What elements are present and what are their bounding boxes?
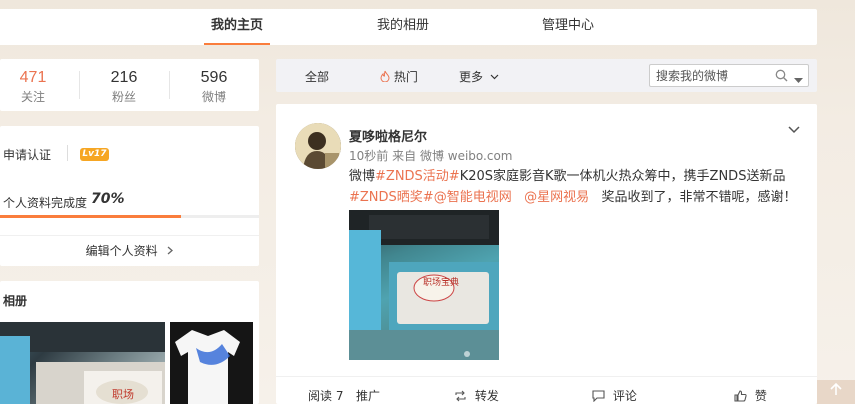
repost-icon [454, 390, 467, 404]
stats-card: 471 关注 216 粉丝 596 微博 [0, 59, 259, 111]
search-input[interactable] [656, 68, 774, 83]
feed-filter-bar: 全部 热门 更多 [276, 59, 817, 92]
post-source-prefix: 来自 [392, 149, 417, 163]
stat-divider [79, 71, 80, 99]
divider [67, 145, 68, 161]
apply-verify-link[interactable]: 申请认证 [3, 146, 51, 163]
stat-weibo[interactable]: 596 微博 [174, 69, 254, 105]
post-image-caption: 职场宝典 [423, 276, 459, 288]
topic-link[interactable]: #ZNDS晒奖# [349, 190, 434, 205]
edit-profile-link[interactable]: 编辑个人资料 [0, 235, 259, 266]
search-dropdown-icon[interactable] [794, 73, 803, 87]
tab-more-label: 更多 [459, 70, 484, 84]
read-count: 阅读 7 [308, 389, 344, 403]
stat-followers[interactable]: 216 粉丝 [84, 69, 164, 105]
post-meta: 10秒前 来自 微博 weibo.com [349, 147, 513, 164]
post-time[interactable]: 10秒前 [349, 149, 388, 163]
flame-icon [380, 70, 390, 85]
like-label: 赞 [754, 389, 767, 403]
completion-progress-bar [0, 215, 259, 218]
stat-followers-label: 粉丝 [111, 90, 136, 104]
stat-following[interactable]: 471 关注 [0, 69, 73, 105]
tab-all[interactable]: 全部 [305, 68, 329, 85]
tab-my-home[interactable]: 我的主页 [204, 9, 270, 45]
tab-hot-label: 热门 [393, 70, 418, 84]
album-thumbnail[interactable] [170, 322, 253, 404]
album-title: 相册 [3, 294, 28, 308]
search-box[interactable] [649, 64, 809, 87]
post-text: 微博#ZNDS活动#K20S家庭影音K歌一体机火热众筹中，携手ZNDS送新品 #… [349, 166, 804, 208]
arrow-up-icon [829, 381, 843, 400]
thumbs-up-icon [734, 390, 747, 404]
like-button[interactable]: 赞 [734, 387, 767, 404]
chevron-down-icon [490, 69, 499, 83]
level-badge[interactable]: Lv17 [80, 148, 109, 161]
stat-weibo-count: 596 [200, 69, 228, 86]
search-icon[interactable] [775, 69, 788, 85]
stat-followers-count: 216 [110, 69, 138, 86]
mention-link[interactable]: @星网视易 [524, 190, 589, 205]
tab-more[interactable]: 更多 [459, 68, 499, 85]
promote-button[interactable]: 推广 [356, 387, 380, 404]
profile-nav: 我的主页 我的相册 管理中心 [0, 9, 817, 45]
weibo-post: 夏哆啦格尼尔 10秒前 来自 微博 weibo.com 微博#ZNDS活动#K2… [276, 104, 817, 404]
tab-hot[interactable]: 热门 [380, 68, 418, 85]
comment-icon [592, 390, 605, 404]
chevron-right-icon [167, 236, 174, 266]
repost-label: 转发 [474, 389, 499, 403]
completion-label: 个人资料完成度 [3, 196, 88, 210]
stat-weibo-label: 微博 [201, 90, 226, 104]
back-to-top-button[interactable] [817, 380, 855, 404]
tab-admin-center[interactable]: 管理中心 [535, 9, 601, 45]
mention-link[interactable]: @智能电视网 [434, 190, 512, 205]
edit-profile-label: 编辑个人资料 [85, 244, 158, 258]
topic-link[interactable]: #ZNDS活动# [375, 169, 460, 184]
post-menu-chevron-icon[interactable] [788, 123, 800, 137]
post-source[interactable]: 微博 weibo.com [420, 149, 513, 163]
svg-text:职场: 职场 [112, 387, 134, 401]
avatar[interactable] [295, 123, 341, 169]
profile-card: 申请认证 Lv17 个人资料完成度 70% 编辑个人资料 [0, 126, 259, 266]
comment-label: 评论 [612, 389, 637, 403]
stat-divider [169, 71, 170, 99]
album-thumbnail[interactable]: 职场 [0, 322, 165, 404]
post-text-part: K20S家庭影音K歌一体机火热众筹中，携手ZNDS送新品 [459, 169, 786, 184]
post-text-part: 微博 [349, 169, 376, 184]
post-username[interactable]: 夏哆啦格尼尔 [349, 126, 427, 145]
repost-button[interactable]: 转发 [454, 387, 499, 404]
completion-progress-fill [0, 215, 181, 218]
post-image[interactable]: 职场宝典 [349, 210, 499, 360]
post-actions-bar: 阅读 7 推广 转发 评论 赞 [276, 376, 817, 404]
stat-following-count: 471 [19, 69, 47, 86]
comment-button[interactable]: 评论 [592, 387, 637, 404]
album-card: 相册 职场 [0, 281, 259, 404]
tab-my-album[interactable]: 我的相册 [370, 9, 436, 45]
stat-following-label: 关注 [20, 90, 45, 104]
completion-value: 70% [91, 191, 125, 207]
post-text-part: 奖品收到了，非常不错呢，感谢！ [601, 190, 797, 205]
